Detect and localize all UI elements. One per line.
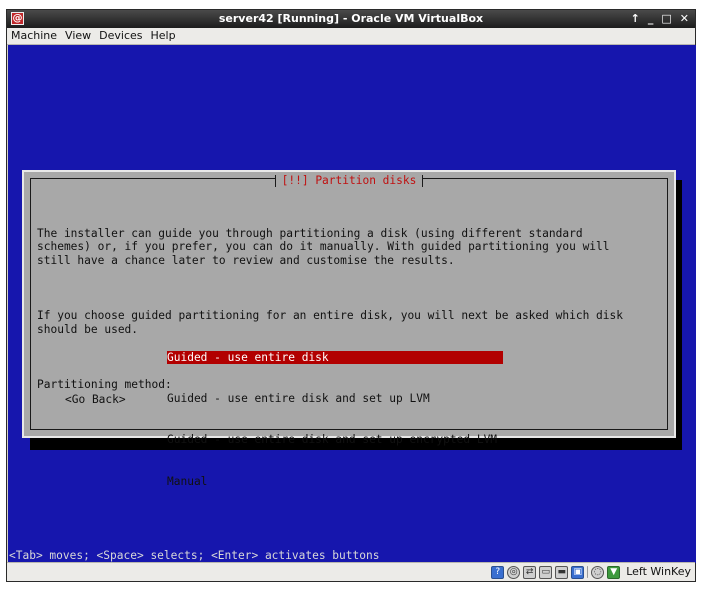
text-line: If you choose guided partitioning for an…: [37, 309, 623, 323]
usb-icon[interactable]: ▭: [539, 565, 553, 579]
option-manual[interactable]: Manual: [167, 475, 503, 489]
partition-dialog: [!!] Partition disks The installer can g…: [22, 170, 676, 488]
text-line: still have a chance later to review and …: [37, 254, 455, 268]
hard-disk-icon[interactable]: ?: [491, 565, 505, 579]
display-icon[interactable]: ▣: [571, 565, 585, 579]
vm-display[interactable]: [!!] Partition disks The installer can g…: [8, 45, 696, 563]
text-line: The installer can guide you through part…: [37, 226, 583, 240]
go-back-button[interactable]: <Go Back>: [65, 393, 126, 407]
close-icon[interactable]: ✕: [680, 12, 689, 26]
minimize-icon[interactable]: _: [648, 12, 654, 26]
keyboard-capture-icon[interactable]: ▼: [607, 565, 621, 579]
menu-bar: Machine View Devices Help: [7, 28, 695, 45]
text-line: schemes) or, if you prefer, you can do i…: [37, 240, 610, 254]
keep-above-icon[interactable]: ↑: [631, 12, 640, 26]
optical-disk-icon[interactable]: ◎: [507, 565, 521, 579]
status-icons: ? ◎ ⇄ ▭ ▬ ▣ ◌ ▼ Left WinKey: [491, 564, 691, 580]
menu-devices[interactable]: Devices: [95, 28, 146, 44]
menu-view[interactable]: View: [61, 28, 95, 44]
status-bar: ? ◎ ⇄ ▭ ▬ ▣ ◌ ▼ Left WinKey: [7, 562, 695, 581]
mouse-integration-icon[interactable]: ◌: [591, 565, 605, 579]
host-key-label[interactable]: Left WinKey: [626, 564, 691, 580]
separator: [587, 566, 589, 578]
dialog-title: [!!] Partition disks: [274, 175, 424, 187]
maximize-icon[interactable]: □: [661, 12, 671, 26]
menu-help[interactable]: Help: [147, 28, 180, 44]
option-guided-encrypted-lvm[interactable]: Guided - use entire disk and set up encr…: [167, 433, 503, 447]
option-guided-lvm[interactable]: Guided - use entire disk and set up LVM: [167, 392, 503, 406]
window-title: server42 [Running] - Oracle VM VirtualBo…: [218, 12, 484, 25]
option-guided-entire-disk[interactable]: Guided - use entire disk: [167, 350, 503, 365]
help-line: <Tab> moves; <Space> selects; <Enter> ac…: [9, 548, 695, 563]
intro-paragraph: The installer can guide you through part…: [37, 227, 657, 268]
virtualbox-window: @ server42 [Running] - Oracle VM Virtual…: [6, 9, 696, 582]
partition-method-list: Guided - use entire disk Guided - use en…: [167, 323, 503, 516]
shared-folders-icon[interactable]: ▬: [555, 565, 569, 579]
menu-machine[interactable]: Machine: [7, 28, 61, 44]
window-controls: ↑ _ □ ✕: [631, 12, 689, 26]
title-bar[interactable]: @ server42 [Running] - Oracle VM Virtual…: [7, 10, 695, 28]
network-icon[interactable]: ⇄: [523, 565, 537, 579]
